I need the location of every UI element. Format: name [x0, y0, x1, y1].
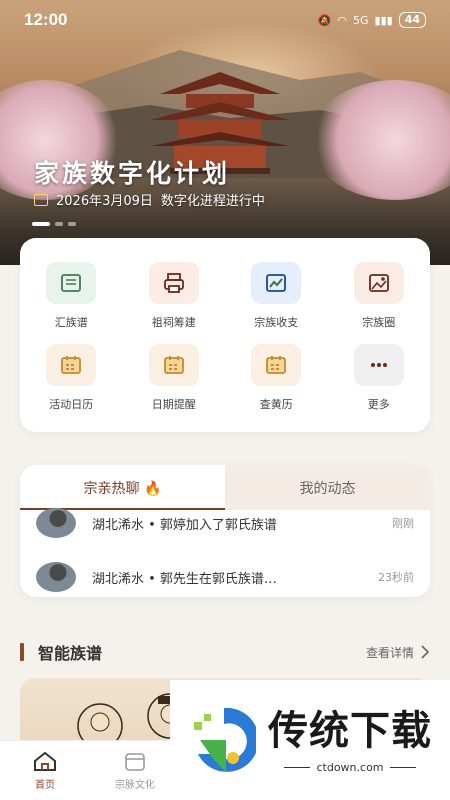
nav-home[interactable]: 首页 — [0, 741, 90, 800]
watermark-title: 传统下载 — [268, 707, 432, 754]
banner-date: 2026年3月09日 — [56, 194, 153, 209]
feature-item[interactable]: 汇族谱 — [20, 262, 123, 330]
feature-label: 日期提醒 — [151, 398, 196, 411]
banner-title: 家族数字化计划 — [34, 159, 231, 188]
signal-icon: ▮▮▮ — [374, 13, 393, 27]
feature-label: 汇族谱 — [54, 316, 88, 329]
feed-item[interactable]: 湖北浠水 • 郭先生在郭氏族谱… 23秒前 — [20, 557, 430, 597]
feed-time: 23秒前 — [378, 571, 414, 584]
chart-icon — [251, 262, 302, 304]
network-label: 5G — [352, 13, 369, 27]
view-details-link[interactable]: 查看详情 — [366, 644, 430, 661]
watermark-logo-icon — [194, 707, 256, 772]
feature-label: 宗族圈 — [362, 316, 396, 329]
book-icon — [46, 262, 97, 304]
smart-genealogy-header: 智能族谱 查看详情 — [20, 640, 430, 664]
feature-label: 活动日历 — [49, 398, 94, 411]
section-title: 智能族谱 — [38, 644, 103, 663]
section-accent-bar — [20, 643, 24, 661]
feature-item[interactable]: 宗族收支 — [225, 262, 328, 330]
watermark-url: ctdown.com — [284, 761, 415, 774]
nav-culture-label: 宗脉文化 — [115, 780, 155, 791]
feature-item[interactable]: 日期提醒 — [123, 344, 226, 412]
home-icon — [34, 751, 56, 771]
feature-item[interactable]: 活动日历 — [20, 344, 123, 412]
calendar-icon — [34, 193, 48, 206]
view-details-label: 查看详情 — [365, 645, 414, 660]
feature-grid-card: 汇族谱 祖祠筹建 宗族收支 宗族圈活动日历 日期提醒 查黄历 更多 — [20, 238, 430, 432]
chevron-right-icon — [421, 645, 430, 659]
status-bar: 12:00 🔕 ◠ 5G ▮▮▮ 44 — [0, 0, 450, 40]
feature-item[interactable]: 更多 — [328, 344, 431, 412]
carousel-indicator — [32, 222, 76, 226]
calendar-icon — [251, 344, 302, 386]
feature-grid: 汇族谱 祖祠筹建 宗族收支 宗族圈活动日历 日期提醒 查黄历 更多 — [20, 238, 430, 412]
feature-label: 更多 — [367, 398, 390, 411]
wifi-icon: ◠ — [337, 13, 347, 27]
feature-label: 查黄历 — [259, 398, 293, 411]
avatar — [36, 562, 76, 592]
feature-label: 宗族收支 — [254, 316, 299, 329]
calendar-icon — [46, 344, 97, 386]
nav-culture[interactable]: 宗脉文化 — [90, 741, 180, 800]
more-icon — [353, 344, 404, 386]
community-feed-card: 宗亲热聊 🔥 我的动态 湖北浠水 • 郭婷加入了郭氏族谱 刚刚 湖北浠水 • 郭… — [20, 465, 430, 597]
feed-time: 刚刚 — [392, 517, 414, 530]
feature-label: 祖祠筹建 — [151, 316, 196, 329]
feature-item[interactable]: 宗族圈 — [328, 262, 431, 330]
mute-icon: 🔕 — [317, 13, 332, 27]
avatar — [36, 508, 76, 538]
carousel-dot[interactable] — [32, 222, 50, 226]
site-watermark: 传统下载 ctdown.com — [170, 680, 450, 800]
feature-item[interactable]: 查黄历 — [225, 344, 328, 412]
nav-home-label: 首页 — [35, 780, 55, 791]
image-icon — [353, 262, 404, 304]
carousel-dot[interactable] — [55, 222, 63, 226]
banner-subtitle: 数字化进程进行中 — [160, 194, 265, 209]
feed-item[interactable]: 湖北浠水 • 郭婷加入了郭氏族谱 刚刚 — [20, 503, 430, 543]
feed-text: 湖北浠水 • 郭婷加入了郭氏族谱 — [92, 517, 277, 533]
feed-text: 湖北浠水 • 郭先生在郭氏族谱… — [92, 571, 277, 587]
hero-banner[interactable]: 12:00 🔕 ◠ 5G ▮▮▮ 44 家族数字化计划 2026年3月09日 数… — [0, 0, 450, 265]
battery-indicator: 44 — [398, 12, 426, 28]
banner-subtitle-row: 2026年3月09日 数字化进程进行中 — [34, 190, 265, 209]
status-time: 12:00 — [24, 10, 68, 29]
printer-icon — [148, 262, 199, 304]
feature-item[interactable]: 祖祠筹建 — [123, 262, 226, 330]
culture-icon — [125, 753, 145, 771]
calendar-icon — [148, 344, 199, 386]
carousel-dot[interactable] — [68, 222, 76, 226]
